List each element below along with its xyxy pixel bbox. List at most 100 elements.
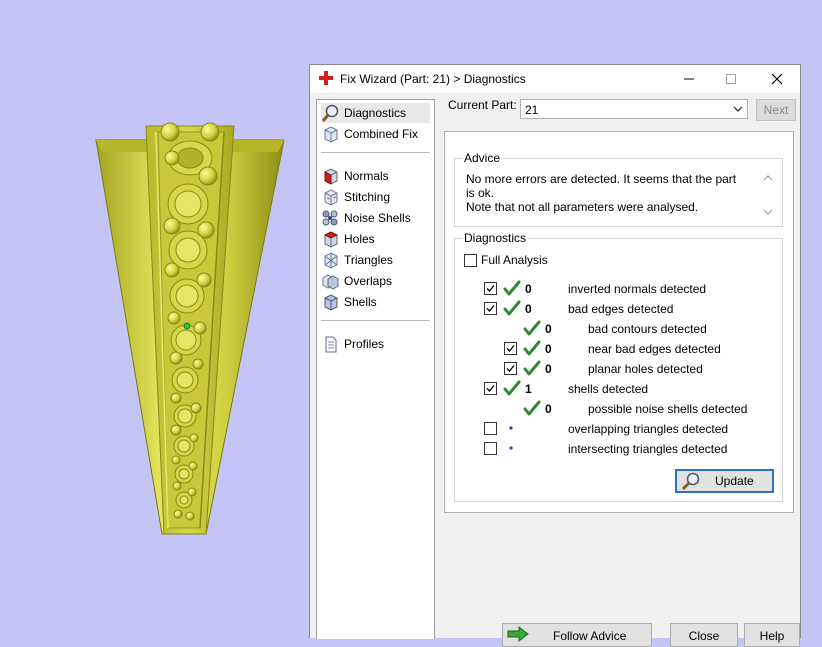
checkmark-icon bbox=[506, 365, 515, 372]
diagnostic-row-overlapping-triangles: overlapping triangles detected bbox=[455, 419, 782, 439]
count-value: 0 bbox=[545, 362, 552, 376]
help-button[interactable]: Help bbox=[744, 623, 800, 647]
sidebar-divider bbox=[321, 320, 430, 321]
pending-dot-icon bbox=[509, 426, 513, 430]
sidebar-item-label: Triangles bbox=[344, 253, 393, 267]
arrow-right-icon bbox=[507, 626, 529, 642]
sidebar-item-triangles[interactable]: Triangles bbox=[321, 250, 393, 270]
magnifier-icon bbox=[681, 472, 700, 491]
diagnostic-label: shells detected bbox=[568, 382, 649, 396]
advice-title: Advice bbox=[463, 151, 502, 165]
sidebar-item-normals[interactable]: Normals bbox=[321, 166, 389, 186]
diagnostic-label: planar holes detected bbox=[588, 362, 703, 376]
green-check-icon bbox=[523, 320, 541, 336]
fix-wizard-dialog: Fix Wizard (Part: 21) > Diagnostics Diag… bbox=[309, 64, 801, 647]
diagnostic-label: bad edges detected bbox=[568, 302, 674, 316]
sidebar-item-label: Normals bbox=[344, 169, 389, 183]
full-analysis-label: Full Analysis bbox=[481, 253, 548, 267]
planar-holes-checkbox[interactable] bbox=[504, 362, 517, 375]
stitching-cube-icon bbox=[324, 188, 338, 206]
sidebar-item-shells[interactable]: Shells bbox=[321, 292, 377, 312]
green-check-icon bbox=[523, 340, 541, 356]
checkmark-icon bbox=[486, 305, 495, 312]
diagnostic-row-bad-edges: 0 bad edges detected bbox=[455, 299, 782, 319]
diagnostic-label: bad contours detected bbox=[588, 322, 707, 336]
count-value: 1 bbox=[525, 382, 532, 396]
triangles-icon bbox=[324, 251, 338, 269]
sidebar-divider bbox=[321, 152, 430, 153]
sidebar-item-holes[interactable]: Holes bbox=[321, 229, 375, 249]
sidebar-item-stitching[interactable]: Stitching bbox=[321, 187, 390, 207]
diagnostic-label: near bad edges detected bbox=[588, 342, 721, 356]
ring-model bbox=[95, 122, 285, 535]
cube-icon bbox=[324, 125, 338, 143]
sidebar-item-label: Profiles bbox=[344, 337, 385, 351]
sidebar-item-diagnostics[interactable]: Diagnostics bbox=[321, 103, 430, 123]
sidebar-item-label: Overlaps bbox=[344, 274, 393, 288]
update-button[interactable]: Update bbox=[675, 469, 774, 493]
sidebar-item-label: Holes bbox=[344, 232, 375, 246]
diagnostic-row-intersecting-triangles: intersecting triangles detected bbox=[455, 439, 782, 459]
normals-cube-icon bbox=[324, 167, 338, 185]
next-button[interactable]: Next bbox=[756, 99, 796, 121]
diagnostic-row-inverted-normals: 0 inverted normals detected bbox=[455, 279, 782, 299]
green-check-icon bbox=[503, 300, 521, 316]
minimize-icon bbox=[684, 78, 694, 80]
diagnostic-row-shells: 1 shells detected bbox=[455, 379, 782, 399]
sidebar-item-overlaps[interactable]: Overlaps bbox=[321, 271, 392, 291]
current-part-select[interactable]: 21 bbox=[520, 99, 748, 119]
sidebar-item-label: Diagnostics bbox=[344, 106, 407, 120]
green-check-icon bbox=[503, 280, 521, 296]
diagnostic-row-planar-holes: 0 planar holes detected bbox=[455, 359, 782, 379]
diagnostics-group: Diagnostics Full Analysis 0 inverted nor… bbox=[454, 231, 783, 502]
overlapping-triangles-checkbox[interactable] bbox=[484, 422, 497, 435]
maximize-button[interactable] bbox=[708, 65, 754, 93]
diagnostic-row-bad-contours: 0 bad contours detected bbox=[455, 319, 782, 339]
title-bar[interactable]: Fix Wizard (Part: 21) > Diagnostics bbox=[310, 65, 800, 93]
diagnostic-label: inverted normals detected bbox=[568, 282, 707, 296]
green-check-icon bbox=[503, 380, 521, 396]
follow-advice-button[interactable]: Follow Advice bbox=[502, 623, 652, 647]
window-close-button[interactable] bbox=[754, 65, 800, 93]
advice-line: Note that not all parameters were analys… bbox=[466, 200, 699, 214]
current-part-value: 21 bbox=[525, 103, 539, 117]
minimize-button[interactable] bbox=[666, 65, 712, 93]
close-icon bbox=[771, 73, 783, 85]
advice-line: No more errors are detected. It seems th… bbox=[466, 172, 737, 200]
pending-dot-icon bbox=[509, 446, 513, 450]
diagnostic-row-noise-shells: 0 possible noise shells detected bbox=[455, 399, 782, 419]
dialog-title: Fix Wizard (Part: 21) > Diagnostics bbox=[340, 72, 526, 86]
green-check-icon bbox=[523, 360, 541, 376]
intersecting-triangles-checkbox[interactable] bbox=[484, 442, 497, 455]
checkmark-icon bbox=[486, 285, 495, 292]
shells-icon bbox=[324, 293, 338, 311]
near-bad-edges-checkbox[interactable] bbox=[504, 342, 517, 355]
count-value: 0 bbox=[545, 342, 552, 356]
update-label: Update bbox=[715, 474, 754, 488]
red-cross-icon bbox=[319, 71, 333, 85]
noise-shells-icon bbox=[322, 210, 338, 225]
3d-viewport[interactable] bbox=[0, 0, 310, 638]
diagnostic-label: intersecting triangles detected bbox=[568, 442, 728, 456]
sidebar-item-combined-fix[interactable]: Combined Fix bbox=[321, 124, 418, 144]
help-label: Help bbox=[759, 629, 785, 643]
chevron-down-icon bbox=[733, 106, 743, 112]
current-part-label: Current Part: bbox=[448, 98, 517, 112]
inverted-normals-checkbox[interactable] bbox=[484, 282, 497, 295]
advice-text: No more errors are detected. It seems th… bbox=[466, 172, 742, 214]
diagnostics-panel: Advice No more errors are detected. It s… bbox=[444, 131, 794, 513]
sidebar-item-noise-shells[interactable]: Noise Shells bbox=[321, 208, 411, 228]
sidebar-item-profiles[interactable]: Profiles bbox=[321, 334, 384, 354]
bad-edges-checkbox[interactable] bbox=[484, 302, 497, 315]
scroll-arrows-icon[interactable] bbox=[762, 172, 774, 218]
overlaps-icon bbox=[322, 273, 339, 290]
sidebar-item-label: Shells bbox=[344, 295, 377, 309]
full-analysis-checkbox[interactable] bbox=[464, 254, 477, 267]
holes-cube-icon bbox=[323, 230, 339, 248]
close-button[interactable]: Close bbox=[670, 623, 738, 647]
count-value: 0 bbox=[525, 282, 532, 296]
shells-checkbox[interactable] bbox=[484, 382, 497, 395]
sidebar-item-label: Combined Fix bbox=[344, 127, 419, 141]
document-icon bbox=[325, 336, 337, 352]
maximize-icon bbox=[726, 74, 736, 84]
